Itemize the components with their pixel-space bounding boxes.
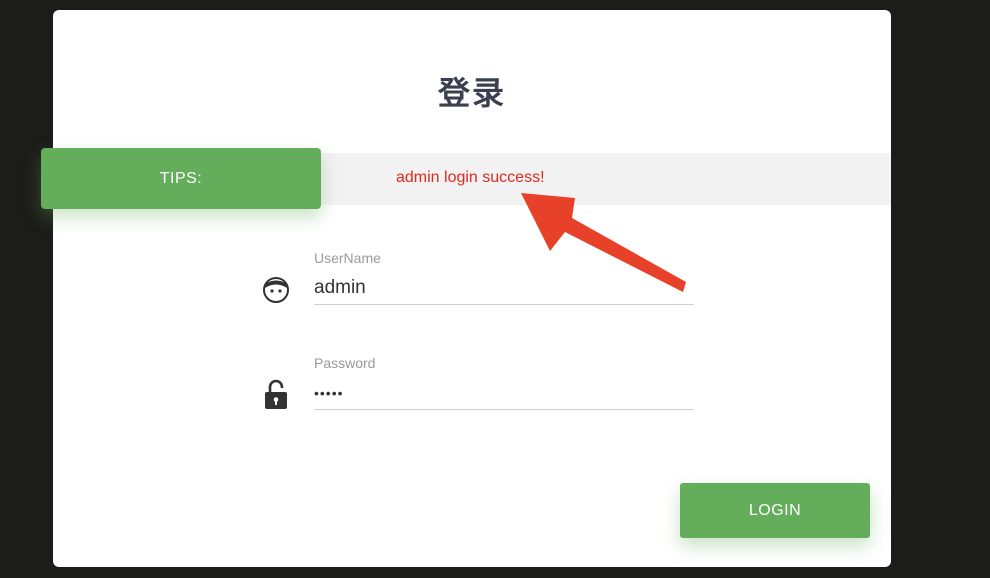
login-card: 登录 admin login success! UserName Pas — [53, 10, 891, 567]
tips-badge: TIPS: — [41, 148, 321, 209]
login-button[interactable]: LOGIN — [680, 483, 870, 538]
password-label: Password — [314, 355, 376, 371]
page-title: 登录 — [437, 74, 506, 112]
unlock-icon — [261, 377, 291, 409]
username-label: UserName — [314, 250, 381, 266]
username-input[interactable] — [314, 272, 694, 305]
password-input[interactable] — [314, 377, 694, 410]
face-icon — [261, 275, 291, 305]
tips-message: admin login success! — [396, 169, 545, 186]
